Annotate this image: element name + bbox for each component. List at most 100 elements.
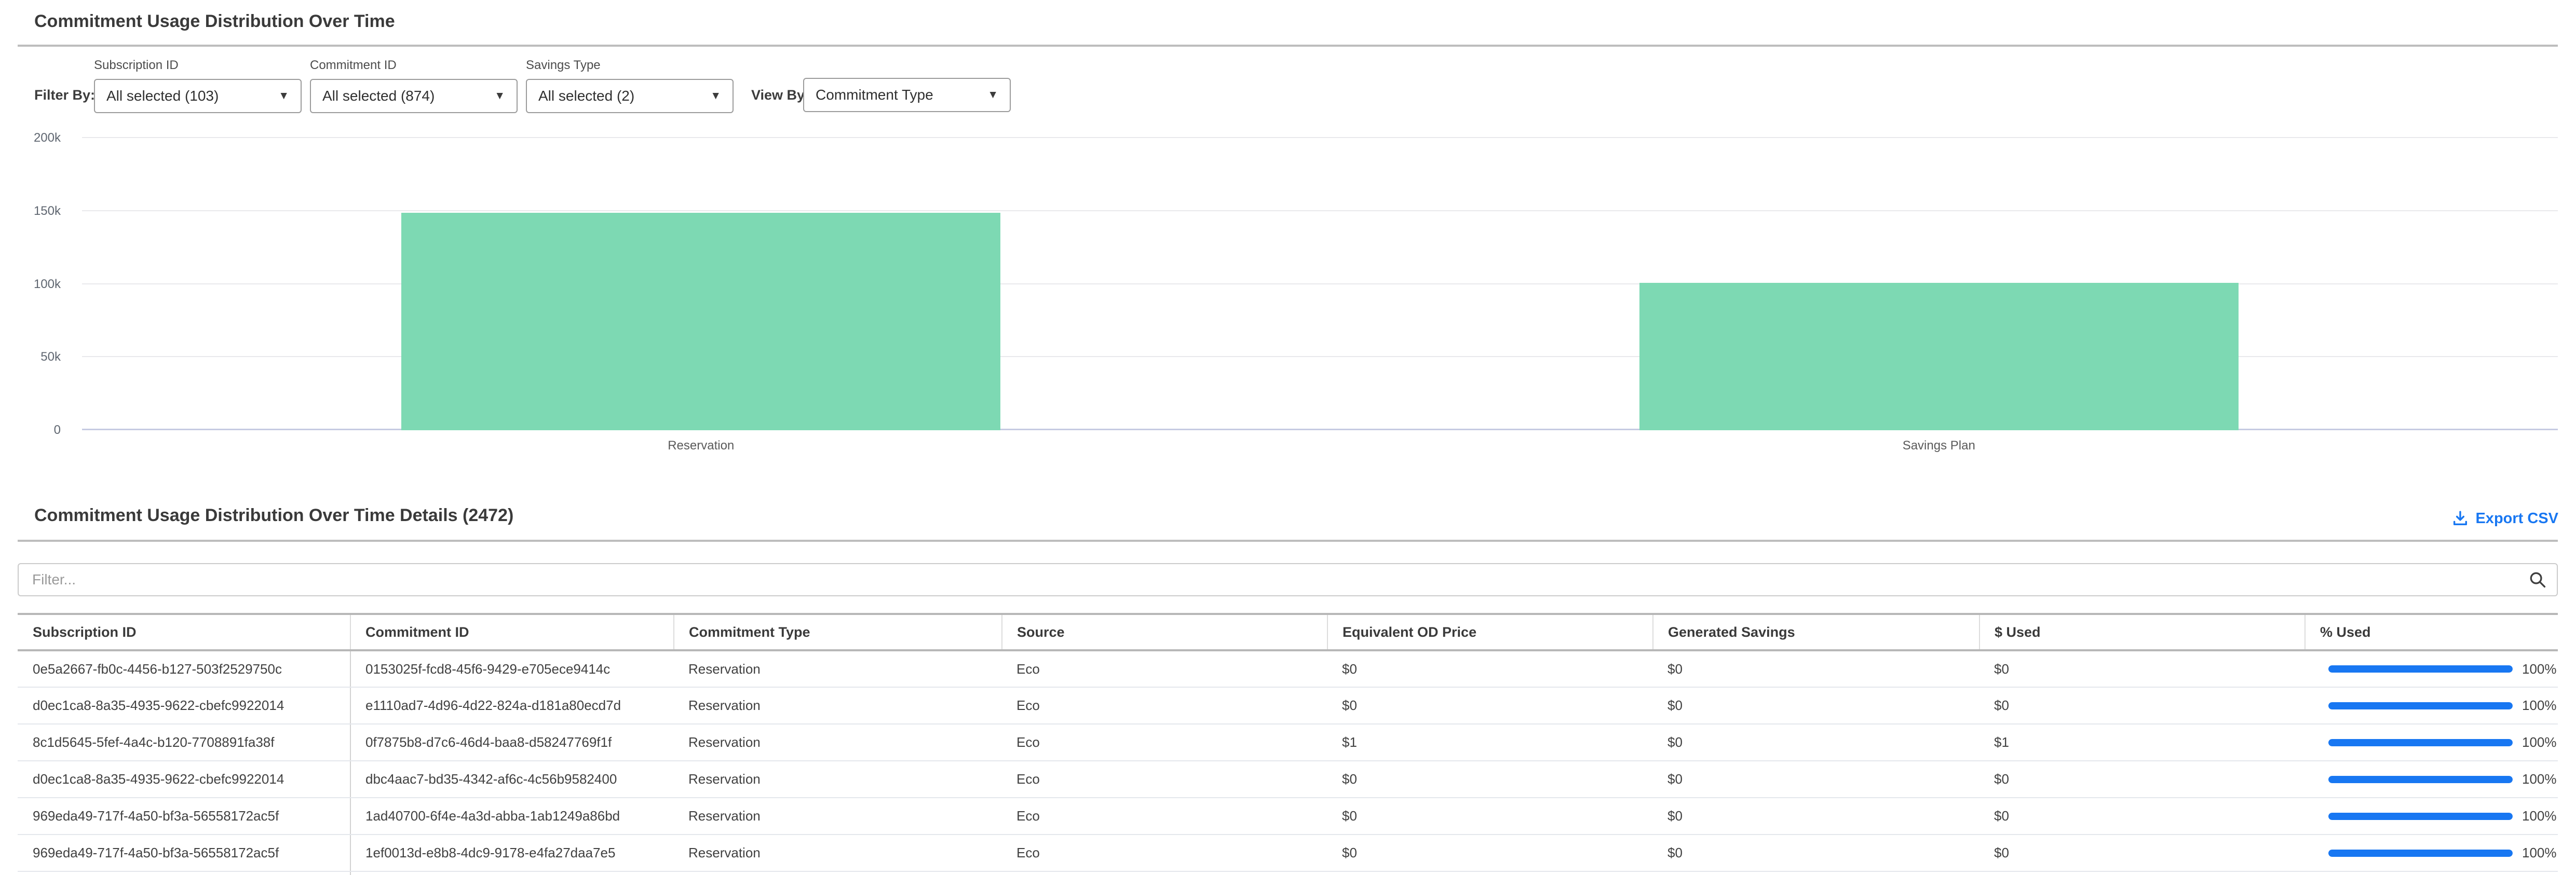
search-icon[interactable]	[2528, 570, 2547, 590]
cell-commitment-id: 0f7875b8-d7c6-46d4-baa8-d58247769f1f	[350, 724, 674, 761]
cell-equivalent-od-price: $0	[1327, 687, 1653, 724]
table-filter-input[interactable]	[18, 563, 2558, 596]
chevron-down-icon	[710, 90, 721, 102]
divider	[18, 540, 2558, 542]
cell-generated-savings: $0	[1653, 798, 1980, 835]
cell-generated-savings: $0	[1653, 724, 1980, 761]
page-title: Commitment Usage Distribution Over Time	[34, 11, 395, 32]
filter-dropdown[interactable]: All selected (2)	[526, 79, 734, 113]
cell-commitment-id: 0153025f-fcd8-45f6-9429-e705ece9414c	[350, 650, 674, 687]
cell-source: Eco	[1002, 650, 1327, 687]
filter-group: Commitment ID All selected (874)	[310, 58, 518, 113]
cell-empty	[2305, 871, 2558, 875]
usage-percent-label: 100%	[2522, 808, 2557, 824]
cell-used-percent: 100%	[2305, 835, 2558, 871]
table-row: d0ec1ca8-8a35-4935-9622-cbefc9922014e111…	[18, 687, 2558, 724]
cell-subscription-id: d0ec1ca8-8a35-4935-9622-cbefc9922014	[18, 687, 350, 724]
usage-percent-label: 100%	[2522, 845, 2557, 861]
export-csv-label: Export CSV	[2475, 510, 2558, 527]
divider	[18, 45, 2558, 47]
cell-empty	[1327, 871, 1653, 875]
cell-equivalent-od-price: $0	[1327, 650, 1653, 687]
cell-empty	[18, 871, 350, 875]
cell-commitment-type: Reservation	[674, 687, 1002, 724]
cell-used: $0	[1980, 761, 2305, 798]
chevron-down-icon	[278, 90, 289, 102]
cell-used-percent: 100%	[2305, 798, 2558, 835]
usage-progress-bar	[2328, 665, 2513, 673]
view-by-label: View By:	[751, 87, 809, 103]
usage-progress-fill	[2328, 776, 2513, 783]
dropdown-selected-value: Commitment Type	[816, 87, 933, 103]
details-section-title: Commitment Usage Distribution Over Time …	[34, 505, 513, 526]
dropdown-selected-value: All selected (2)	[538, 88, 634, 104]
table-row: 0e5a2667-fb0c-4456-b127-503f2529750c0153…	[18, 650, 2558, 687]
cell-used: $0	[1980, 798, 2305, 835]
cell-source: Eco	[1002, 687, 1327, 724]
y-axis-tick-label: 100k	[34, 277, 61, 292]
usage-progress-fill	[2328, 702, 2513, 709]
cell-equivalent-od-price: $0	[1327, 798, 1653, 835]
usage-percent-label: 100%	[2522, 734, 2557, 750]
column-header-generated-savings[interactable]: Generated Savings	[1653, 614, 1980, 650]
chevron-down-icon	[987, 89, 998, 101]
table-header-row: Subscription ID Commitment ID Commitment…	[18, 614, 2558, 650]
cell-source: Eco	[1002, 761, 1327, 798]
cell-used: $0	[1980, 650, 2305, 687]
cell-equivalent-od-price: $1	[1327, 724, 1653, 761]
cell-commitment-type: Reservation	[674, 724, 1002, 761]
chart-bar-reservation[interactable]	[401, 213, 1000, 430]
bar-chart: 050k100k150k200kReservationSavings Plan	[82, 138, 2558, 430]
filter-group: Savings Type All selected (2)	[526, 58, 734, 113]
cell-used-percent: 100%	[2305, 724, 2558, 761]
export-csv-button[interactable]: Export CSV	[2451, 510, 2558, 527]
usage-progress-fill	[2328, 739, 2513, 746]
y-axis-tick-label: 0	[54, 423, 61, 438]
usage-percent-label: 100%	[2522, 771, 2557, 787]
column-header-equivalent-od-price[interactable]: Equivalent OD Price	[1327, 614, 1653, 650]
x-axis-category-label: Reservation	[82, 439, 1320, 453]
download-icon	[2451, 510, 2469, 527]
column-header-commitment-id[interactable]: Commitment ID	[350, 614, 674, 650]
filter-dropdown[interactable]: All selected (874)	[310, 79, 518, 113]
cell-generated-savings: $0	[1653, 650, 1980, 687]
dropdown-selected-value: All selected (874)	[322, 88, 435, 104]
category-band: Savings Plan	[1320, 138, 2558, 430]
cell-empty	[1980, 871, 2305, 875]
cell-commitment-type: Reservation	[674, 835, 1002, 871]
cell-subscription-id: 0e5a2667-fb0c-4456-b127-503f2529750c	[18, 650, 350, 687]
table-row: 8c1d5645-5fef-4a4c-b120-7708891fa38f0f78…	[18, 724, 2558, 761]
usage-progress-fill	[2328, 813, 2513, 820]
cell-generated-savings: $0	[1653, 761, 1980, 798]
cell-subscription-id: d0ec1ca8-8a35-4935-9622-cbefc9922014	[18, 761, 350, 798]
usage-progress-bar	[2328, 850, 2513, 857]
column-header-source[interactable]: Source	[1002, 614, 1327, 650]
cell-used: $0	[1980, 835, 2305, 871]
filter-field-label: Commitment ID	[310, 58, 518, 73]
details-table: Subscription ID Commitment ID Commitment…	[18, 613, 2558, 875]
cell-empty	[674, 871, 1002, 875]
cell-subscription-id: 969eda49-717f-4a50-bf3a-56558172ac5f	[18, 835, 350, 871]
cell-commitment-id: 1ef0013d-e8b8-4dc9-9178-e4fa27daa7e5	[350, 835, 674, 871]
chart-bar-savings-plan[interactable]	[1639, 283, 2239, 430]
column-header-commitment-type[interactable]: Commitment Type	[674, 614, 1002, 650]
column-header-percent-used[interactable]: % Used	[2305, 614, 2558, 650]
usage-progress-bar	[2328, 739, 2513, 746]
cell-equivalent-od-price: $0	[1327, 761, 1653, 798]
usage-progress-bar	[2328, 702, 2513, 709]
usage-percent-label: 100%	[2522, 661, 2557, 677]
y-axis-tick-label: 200k	[34, 131, 61, 145]
table-row: 969eda49-717f-4a50-bf3a-56558172ac5f1ef0…	[18, 835, 2558, 871]
y-axis-tick-label: 150k	[34, 204, 61, 218]
cell-equivalent-od-price: $0	[1327, 835, 1653, 871]
usage-progress-bar	[2328, 813, 2513, 820]
cell-subscription-id: 969eda49-717f-4a50-bf3a-56558172ac5f	[18, 798, 350, 835]
cell-empty	[1002, 871, 1327, 875]
column-header-dollar-used[interactable]: $ Used	[1980, 614, 2305, 650]
column-header-subscription-id[interactable]: Subscription ID	[18, 614, 350, 650]
filter-dropdown[interactable]: All selected (103)	[94, 79, 302, 113]
cell-commitment-type: Reservation	[674, 650, 1002, 687]
filter-field-label: Subscription ID	[94, 58, 302, 73]
view-by-dropdown[interactable]: Commitment Type	[803, 78, 1011, 112]
table-row: d0ec1ca8-8a35-4935-9622-cbefc9922014dbc4…	[18, 761, 2558, 798]
